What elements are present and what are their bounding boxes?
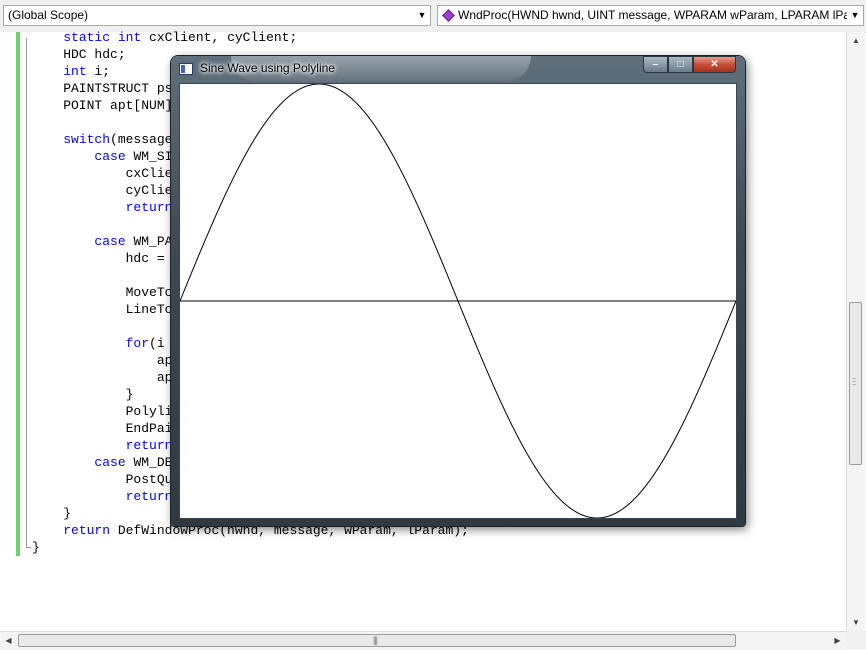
chevron-down-icon[interactable]: ▼ <box>847 6 863 25</box>
keyword-token: return <box>125 200 173 215</box>
sine-wave-window[interactable]: Sine Wave using Polyline – □ ✕ <box>171 56 745 526</box>
scope-dropdown[interactable]: (Global Scope) ▼ <box>3 5 431 26</box>
member-dropdown-value: WndProc(HWND hwnd, UINT message, WPARAM … <box>458 8 861 22</box>
maximize-icon: □ <box>677 59 684 70</box>
member-dropdown[interactable]: WndProc(HWND hwnd, UINT message, WPARAM … <box>437 5 864 26</box>
close-icon: ✕ <box>710 59 719 70</box>
outlining-guide-end <box>26 547 31 548</box>
vertical-scrollbar[interactable]: ▲ − − − ▼ <box>846 32 865 631</box>
code-token: PAINTSTRUCT ps; <box>32 81 181 96</box>
keyword-token: int <box>63 64 87 79</box>
horizontal-scrollbar[interactable]: ◀ ||| ▶ <box>0 631 846 650</box>
scrollbar-corner <box>846 631 866 649</box>
code-line[interactable]: static int cxClient, cyClient; <box>32 29 625 46</box>
scroll-right-icon[interactable]: ▶ <box>829 632 846 649</box>
scroll-left-icon[interactable]: ◀ <box>0 632 17 649</box>
outlining-guide <box>26 38 27 548</box>
close-button[interactable]: ✕ <box>693 56 736 73</box>
maximize-button[interactable]: □ <box>668 56 693 73</box>
keyword-token: static <box>63 30 111 45</box>
sine-wave-drawing <box>180 84 736 518</box>
keyword-token: return <box>63 523 111 538</box>
code-token: } <box>32 540 40 555</box>
keyword-token: case <box>94 455 126 470</box>
keyword-token: case <box>94 234 126 249</box>
grip-icon: − − − <box>852 376 857 389</box>
minimize-icon: – <box>652 59 659 70</box>
grip-icon: ||| <box>373 635 378 645</box>
scope-dropdown-value: (Global Scope) <box>8 8 89 22</box>
keyword-token: case <box>94 149 126 164</box>
code-token: } <box>32 387 134 402</box>
vertical-scroll-thumb[interactable]: − − − <box>849 302 862 465</box>
keyword-token: switch <box>63 132 111 147</box>
keyword-token: return <box>125 489 173 504</box>
code-token: HDC hdc; <box>32 47 126 62</box>
code-line[interactable]: } <box>32 539 625 556</box>
scroll-up-icon[interactable]: ▲ <box>847 32 865 49</box>
code-token: } <box>32 506 72 521</box>
code-token: cxClient, cyClient; <box>141 30 298 45</box>
chevron-down-icon[interactable]: ▼ <box>414 6 430 25</box>
code-token: (message) <box>110 132 181 147</box>
minimize-button[interactable]: – <box>643 56 668 73</box>
client-area[interactable] <box>179 83 737 519</box>
keyword-token: for <box>125 336 150 351</box>
code-token: POINT apt[NUM]; <box>32 98 181 113</box>
keyword-token: return <box>125 438 173 453</box>
changed-lines-margin <box>16 32 20 556</box>
code-token: i; <box>86 64 111 79</box>
keyword-token: int <box>117 30 142 45</box>
scroll-down-icon[interactable]: ▼ <box>847 614 865 631</box>
horizontal-scroll-thumb[interactable]: ||| <box>18 634 736 647</box>
app-window-icon[interactable] <box>179 63 193 75</box>
method-icon <box>442 9 455 22</box>
window-title: Sine Wave using Polyline <box>200 61 335 75</box>
